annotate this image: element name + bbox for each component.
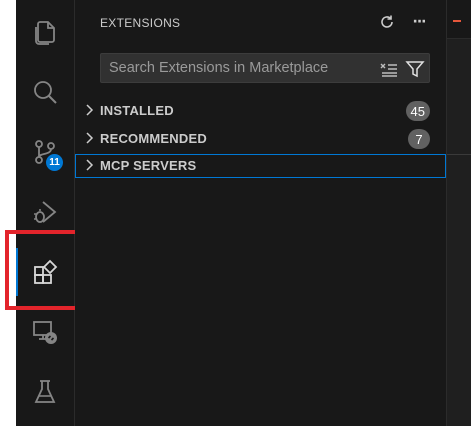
editor-tab-accent [453, 20, 461, 22]
search-icon [34, 81, 57, 104]
explorer-files-icon [35, 21, 55, 45]
explorer-activity-button[interactable] [16, 4, 74, 60]
sidebar-title: EXTENSIONS [100, 16, 181, 30]
section-recommended[interactable]: RECOMMENDED 7 [75, 127, 446, 151]
extensions-search-box [100, 53, 430, 83]
sidebar-title-actions: ··· [378, 12, 428, 32]
section-recommended-label: RECOMMENDED [100, 131, 207, 146]
remote-explorer-activity-button[interactable] [16, 304, 74, 360]
section-installed-count: 45 [405, 101, 430, 121]
more-actions-button[interactable]: ··· [410, 12, 428, 32]
more-actions-icon: ··· [412, 14, 427, 30]
editor-divider [447, 154, 471, 155]
source-control-activity-button[interactable]: 11 [16, 124, 74, 180]
remote-explorer-icon [33, 321, 57, 344]
chevron-right-icon [86, 159, 94, 171]
refresh-icon [381, 15, 393, 28]
extensions-search-input[interactable] [101, 54, 379, 82]
section-mcp-servers-label: MCP SERVERS [100, 158, 197, 173]
section-installed-label: INSTALLED [100, 103, 174, 118]
editor-tab[interactable] [447, 0, 471, 39]
testing-beaker-icon [34, 380, 56, 403]
chevron-right-icon [86, 132, 94, 144]
testing-activity-button[interactable] [16, 364, 74, 420]
search-activity-button[interactable] [16, 64, 74, 120]
run-and-debug-icon [34, 201, 57, 223]
clear-filter-icon[interactable] [379, 59, 399, 79]
extensions-sidebar: EXTENSIONS ··· INSTALLED 45 [75, 0, 446, 426]
section-recommended-count: 7 [408, 129, 430, 149]
filter-icon[interactable] [405, 59, 425, 79]
chevron-right-icon [86, 104, 94, 116]
section-mcp-servers[interactable]: MCP SERVERS [75, 154, 446, 178]
editor-area-edge [446, 0, 471, 426]
section-installed[interactable]: INSTALLED 45 [75, 99, 446, 123]
refresh-button[interactable] [378, 12, 396, 32]
activity-bar: 11 [16, 0, 75, 426]
source-control-badge: 11 [46, 154, 63, 171]
extensions-highlight-box [5, 230, 85, 310]
